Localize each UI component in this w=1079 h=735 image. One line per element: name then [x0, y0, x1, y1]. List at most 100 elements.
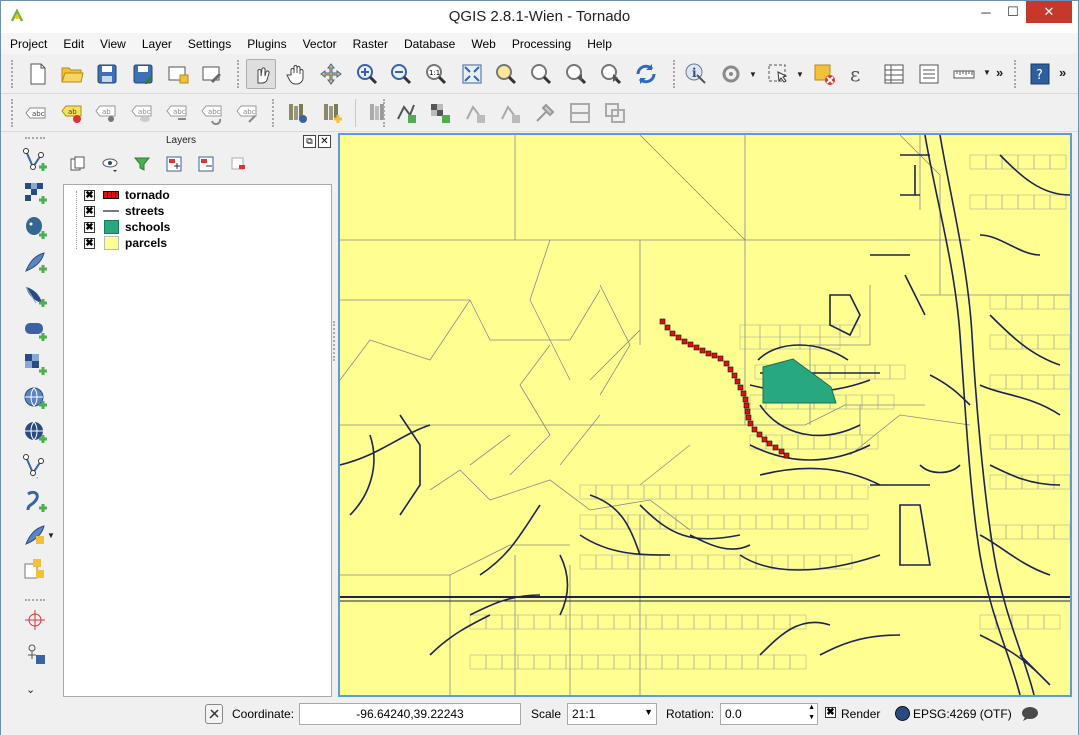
map-canvas[interactable] [338, 133, 1072, 697]
gps-crosshair-icon[interactable] [19, 605, 51, 635]
expression-select-icon[interactable]: ε [843, 59, 873, 89]
spin-up-icon[interactable]: ▲ [808, 704, 815, 711]
save-as-icon[interactable] [128, 59, 158, 89]
toolbar-grip[interactable] [1014, 60, 1018, 88]
crs-status[interactable]: EPSG:4269 (OTF) [913, 707, 1012, 721]
expand-all-icon[interactable] [161, 152, 187, 176]
add-shape-icon[interactable] [460, 98, 490, 128]
toolbar-grip[interactable] [25, 137, 45, 140]
add-delimited-text-layer-icon[interactable]: , [19, 451, 51, 481]
tools-icon[interactable] [530, 98, 560, 128]
deselect-all-icon[interactable] [809, 59, 839, 89]
filter-legend-icon[interactable] [129, 152, 155, 176]
menu-processing[interactable]: Processing [503, 33, 578, 54]
panel-float-button[interactable]: ⧉ [303, 135, 316, 148]
rotate-label-icon[interactable]: abc [197, 98, 227, 128]
add-wcs-layer-icon[interactable] [19, 383, 51, 413]
highlight-pinned-labels-icon[interactable]: ab [57, 98, 87, 128]
zoom-full-icon[interactable] [457, 59, 487, 89]
menu-project[interactable]: Project [1, 33, 54, 54]
toolbar-grip[interactable] [272, 99, 276, 127]
toolbar-overflow-icon[interactable]: » [996, 65, 1003, 80]
coordinate-field[interactable]: -96.64240,39.22243 [299, 703, 521, 725]
layer-visibility-checkbox[interactable]: ✖ [84, 221, 95, 233]
collapse-all-icon[interactable] [193, 152, 219, 176]
layer-visibility-checkbox[interactable]: ✖ [84, 205, 95, 217]
add-mssql-layer-icon[interactable] [19, 281, 51, 311]
change-label-icon[interactable]: abc [232, 98, 262, 128]
add-virtual-layer-icon[interactable] [19, 486, 51, 516]
crs-globe-icon[interactable] [895, 706, 910, 721]
zoom-last-icon[interactable] [561, 59, 591, 89]
add-raster-layer-icon[interactable] [19, 178, 51, 208]
layer-visibility-checkbox[interactable]: ✖ [84, 237, 95, 249]
toggle-editing-books-icon[interactable] [282, 98, 312, 128]
toolbar-grip[interactable] [11, 99, 15, 127]
zoom-to-selection-icon[interactable] [491, 59, 521, 89]
render-checkbox[interactable]: ✖ [825, 707, 836, 718]
remove-layer-icon[interactable] [225, 152, 251, 176]
toolbar-grip[interactable] [237, 60, 241, 88]
editing-books-icon[interactable] [363, 98, 393, 128]
split-features-icon[interactable] [565, 98, 595, 128]
toolbar-grip[interactable] [11, 60, 15, 88]
pin-labels-icon[interactable]: ab [91, 98, 121, 128]
toolbar-grip[interactable] [673, 60, 677, 88]
open-layer-styling-icon[interactable] [65, 152, 91, 176]
zoom-native-resolution-icon[interactable]: 1:1 [421, 59, 451, 89]
rotation-spinbox[interactable]: 0.0 ▲ ▼ [720, 703, 818, 725]
menu-help[interactable]: Help [578, 33, 619, 54]
add-wfs-layer-icon[interactable] [19, 417, 51, 447]
pan-map-icon[interactable] [282, 59, 312, 89]
add-raster-icon[interactable] [425, 98, 455, 128]
add-vertex-layer-icon[interactable] [391, 98, 421, 128]
new-print-composer-icon[interactable] [163, 59, 193, 89]
layer-visibility-checkbox[interactable]: ✖ [84, 189, 95, 201]
georeferencer-icon[interactable] [19, 639, 51, 669]
identify-features-icon[interactable]: i [681, 59, 711, 89]
menu-plugins[interactable]: Plugins [238, 33, 293, 54]
new-project-icon[interactable] [23, 59, 53, 89]
toolbar-grip[interactable] [383, 99, 387, 127]
select-dropdown-icon[interactable]: ▼ [796, 70, 804, 79]
manage-visibility-icon[interactable] [97, 152, 123, 176]
panel-close-button[interactable]: ✕ [318, 135, 331, 148]
composer-manager-icon[interactable] [197, 59, 227, 89]
touch-zoom-pan-icon[interactable] [246, 59, 276, 89]
maximize-button[interactable]: ☐ [1000, 1, 1026, 23]
menu-view[interactable]: View [91, 33, 133, 54]
map-tips-dropdown-icon[interactable]: ▼ [749, 70, 757, 79]
add-oracle-layer-icon[interactable] [19, 315, 51, 345]
menu-layer[interactable]: Layer [133, 33, 179, 54]
menu-vector[interactable]: Vector [294, 33, 344, 54]
layer-groups-icon[interactable] [19, 554, 51, 584]
add-delimited-layer-icon[interactable] [317, 98, 347, 128]
layer-item-parcels[interactable]: ✖ parcels [84, 235, 167, 251]
show-hide-labels-icon[interactable]: abc [127, 98, 157, 128]
measure-dropdown-icon[interactable]: ▼ [983, 68, 991, 77]
scale-combobox[interactable]: 21:1 ▼ [567, 703, 657, 725]
layer-item-schools[interactable]: ✖ schools [84, 219, 170, 235]
layer-item-tornado[interactable]: ✖ tornado [84, 187, 170, 203]
messages-toggle-icon[interactable] [205, 704, 223, 724]
zoom-to-layer-icon[interactable] [526, 59, 556, 89]
open-project-icon[interactable] [57, 59, 87, 89]
new-layer-dropdown-icon[interactable]: ▼ [47, 531, 55, 540]
close-button[interactable]: ✕ [1026, 1, 1072, 23]
spin-down-icon[interactable]: ▼ [808, 714, 815, 721]
layer-labeling-icon[interactable]: abc [21, 98, 51, 128]
menu-web[interactable]: Web [462, 33, 502, 54]
measure-line-icon[interactable] [949, 59, 979, 89]
zoom-next-icon[interactable] [596, 59, 626, 89]
select-features-icon[interactable] [763, 59, 793, 89]
menu-edit[interactable]: Edit [54, 33, 91, 54]
zoom-out-icon[interactable] [386, 59, 416, 89]
add-wms-layer-icon[interactable] [19, 349, 51, 379]
zoom-in-icon[interactable] [352, 59, 382, 89]
toolbar-overflow-icon[interactable]: » [1059, 65, 1066, 80]
minimize-button[interactable]: ─ [972, 1, 1000, 23]
map-tips-icon[interactable] [716, 59, 746, 89]
move-label-icon[interactable]: abc [162, 98, 192, 128]
merge-features-icon[interactable] [600, 98, 630, 128]
toolbar-grip[interactable] [25, 599, 45, 602]
